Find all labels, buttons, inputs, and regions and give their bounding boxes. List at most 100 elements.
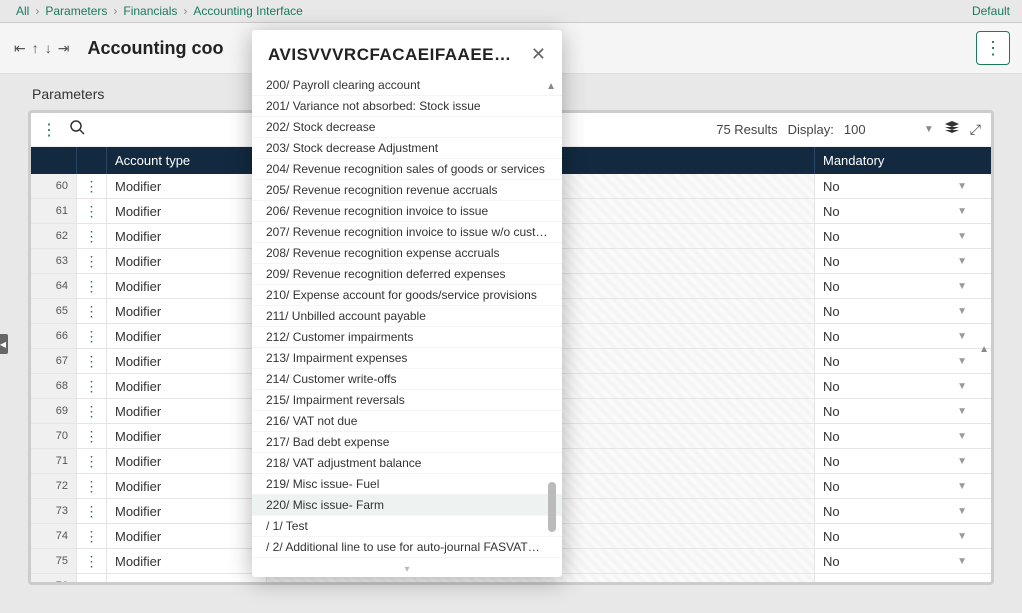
row-menu-icon[interactable]: ⋮: [77, 399, 107, 423]
popup-item[interactable]: 210/ Expense account for goods/service p…: [252, 285, 562, 306]
cell-account-type[interactable]: Modifier: [107, 174, 267, 198]
row-menu-icon[interactable]: ⋮: [77, 174, 107, 198]
popup-item[interactable]: 220/ Misc issue- Farm: [252, 495, 562, 516]
cell-mandatory[interactable]: No▼: [815, 274, 975, 298]
cell-account-type[interactable]: Modifier: [107, 474, 267, 498]
row-menu-icon[interactable]: ⋮: [77, 449, 107, 473]
popup-item[interactable]: 212/ Customer impairments: [252, 327, 562, 348]
cell-mandatory[interactable]: No▼: [815, 449, 975, 473]
scroll-up-icon[interactable]: ▲: [979, 344, 989, 355]
cell-account-type[interactable]: [107, 574, 267, 582]
cell-account-type[interactable]: Modifier: [107, 324, 267, 348]
cell-mandatory[interactable]: No▼: [815, 399, 975, 423]
row-menu-icon[interactable]: ⋮: [77, 299, 107, 323]
popup-item[interactable]: / 1/ Test: [252, 516, 562, 537]
popup-item[interactable]: 215/ Impairment reversals: [252, 390, 562, 411]
cell-mandatory[interactable]: No▼: [815, 524, 975, 548]
row-menu-icon[interactable]: ⋮: [77, 424, 107, 448]
popup-item[interactable]: 216/ VAT not due: [252, 411, 562, 432]
cell-mandatory[interactable]: No▼: [815, 499, 975, 523]
popup-item[interactable]: 206/ Revenue recognition invoice to issu…: [252, 201, 562, 222]
scroll-up-icon[interactable]: ▲: [546, 81, 556, 92]
breadcrumb-right[interactable]: Default: [972, 4, 1010, 18]
grid-scrollbar[interactable]: ▲ ▼: [979, 344, 989, 582]
popup-item[interactable]: 202/ Stock decrease: [252, 117, 562, 138]
cell-mandatory[interactable]: No▼: [815, 424, 975, 448]
cell-account-type[interactable]: Modifier: [107, 224, 267, 248]
cell-account-type[interactable]: Modifier: [107, 199, 267, 223]
cell-mandatory[interactable]: No▼: [815, 349, 975, 373]
cell-mandatory[interactable]: No▼: [815, 249, 975, 273]
close-icon[interactable]: ✕: [531, 44, 546, 65]
cell-account-type[interactable]: Modifier: [107, 499, 267, 523]
breadcrumb-item[interactable]: Accounting Interface: [189, 4, 306, 18]
last-icon[interactable]: ⇥: [56, 38, 72, 59]
col-mandatory[interactable]: Mandatory: [815, 147, 975, 174]
cell-mandatory[interactable]: No▼: [815, 474, 975, 498]
cell-mandatory[interactable]: No▼: [815, 549, 975, 573]
row-menu-icon[interactable]: ⋮: [77, 374, 107, 398]
down-icon[interactable]: ↓: [43, 38, 54, 59]
row-menu-icon[interactable]: ⋮: [77, 549, 107, 573]
cell-account-type[interactable]: Modifier: [107, 249, 267, 273]
cell-account-type[interactable]: Modifier: [107, 524, 267, 548]
popup-item[interactable]: 201/ Variance not absorbed: Stock issue: [252, 96, 562, 117]
cell-account-type[interactable]: Modifier: [107, 299, 267, 323]
first-icon[interactable]: ⇤: [12, 38, 28, 59]
cell-account-type[interactable]: Modifier: [107, 274, 267, 298]
popup-item[interactable]: / 2/ Additional line to use for auto-jou…: [252, 537, 562, 558]
cell-mandatory[interactable]: No▼: [815, 324, 975, 348]
more-button[interactable]: ⋮: [976, 31, 1010, 65]
cell-mandatory[interactable]: No▼: [815, 299, 975, 323]
row-menu-icon[interactable]: ⋮: [77, 524, 107, 548]
popup-list[interactable]: ▲ 200/ Payroll clearing account201/ Vari…: [252, 75, 562, 562]
breadcrumb-item[interactable]: Parameters: [41, 4, 111, 18]
popup-item[interactable]: 204/ Revenue recognition sales of goods …: [252, 159, 562, 180]
display-value[interactable]: 100: [844, 122, 914, 137]
row-menu-icon[interactable]: ⋮: [77, 249, 107, 273]
popup-scroll-thumb[interactable]: [548, 482, 556, 532]
row-menu-icon[interactable]: ⋮: [77, 324, 107, 348]
cell-account-type[interactable]: Modifier: [107, 449, 267, 473]
cell-mandatory[interactable]: No▼: [815, 224, 975, 248]
row-menu-icon[interactable]: ⋮: [77, 474, 107, 498]
popup-item[interactable]: 200/ Payroll clearing account: [252, 75, 562, 96]
popup-item[interactable]: 207/ Revenue recognition invoice to issu…: [252, 222, 562, 243]
popup-item[interactable]: 214/ Customer write-offs: [252, 369, 562, 390]
cell-mandatory[interactable]: No▼: [815, 199, 975, 223]
breadcrumb-item[interactable]: Financials: [119, 4, 181, 18]
row-menu-icon[interactable]: ⋮: [77, 274, 107, 298]
cell-mandatory[interactable]: [815, 574, 975, 582]
cell-mandatory[interactable]: No▼: [815, 374, 975, 398]
popup-item[interactable]: 211/ Unbilled account payable: [252, 306, 562, 327]
panel-collapse-handle[interactable]: ◀: [0, 334, 8, 354]
popup-item[interactable]: 219/ Misc issue- Fuel: [252, 474, 562, 495]
chevron-down-icon[interactable]: ▾: [252, 562, 562, 577]
row-menu-icon[interactable]: [77, 574, 107, 582]
layers-icon[interactable]: [944, 120, 960, 139]
popup-item[interactable]: 217/ Bad debt expense: [252, 432, 562, 453]
cell-account-type[interactable]: Modifier: [107, 349, 267, 373]
popup-item[interactable]: 209/ Revenue recognition deferred expens…: [252, 264, 562, 285]
grid-menu-icon[interactable]: ⋮: [41, 120, 57, 140]
popup-item[interactable]: 213/ Impairment expenses: [252, 348, 562, 369]
cell-account-type[interactable]: Modifier: [107, 374, 267, 398]
popup-item[interactable]: 205/ Revenue recognition revenue accrual…: [252, 180, 562, 201]
col-account-type[interactable]: Account type: [107, 147, 267, 174]
expand-icon[interactable]: ⤢: [970, 121, 981, 138]
row-menu-icon[interactable]: ⋮: [77, 349, 107, 373]
popup-item[interactable]: 203/ Stock decrease Adjustment: [252, 138, 562, 159]
cell-account-type[interactable]: Modifier: [107, 424, 267, 448]
cell-account-type[interactable]: Modifier: [107, 399, 267, 423]
popup-item[interactable]: 218/ VAT adjustment balance: [252, 453, 562, 474]
chevron-down-icon[interactable]: ▼: [924, 124, 934, 135]
row-menu-icon[interactable]: ⋮: [77, 224, 107, 248]
up-icon[interactable]: ↑: [30, 38, 41, 59]
cell-mandatory[interactable]: No▼: [815, 174, 975, 198]
search-icon[interactable]: [69, 119, 85, 140]
cell-account-type[interactable]: Modifier: [107, 549, 267, 573]
row-menu-icon[interactable]: ⋮: [77, 199, 107, 223]
popup-item[interactable]: 208/ Revenue recognition expense accrual…: [252, 243, 562, 264]
row-menu-icon[interactable]: ⋮: [77, 499, 107, 523]
breadcrumb-item[interactable]: All: [12, 4, 33, 18]
